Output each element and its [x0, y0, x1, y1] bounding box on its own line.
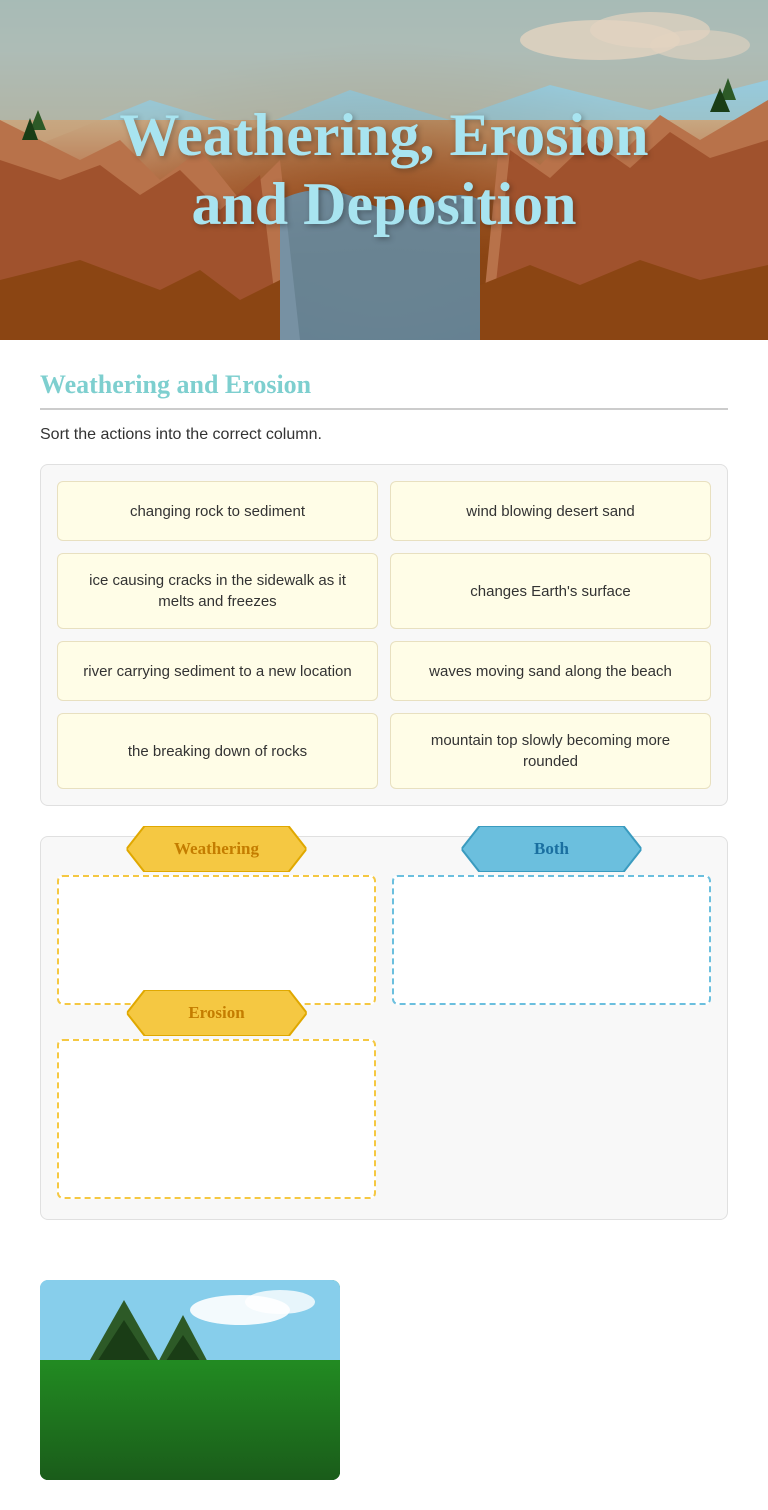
weathering-banner-shape: Weathering — [144, 839, 289, 859]
card-4[interactable]: changes Earth's surface — [390, 553, 711, 629]
card-1[interactable]: changing rock to sediment — [57, 481, 378, 541]
erosion-banner: Erosion — [158, 1003, 274, 1023]
both-label: Both — [504, 839, 599, 859]
both-zone-wrapper: Both — [392, 857, 711, 1005]
empty-space — [392, 1021, 711, 1199]
cards-container: changing rock to sediment wind blowing d… — [40, 464, 728, 806]
sort-instructions: Sort the actions into the correct column… — [40, 426, 728, 444]
dropzones-container: Weathering Both — [40, 836, 728, 1220]
erosion-banner-shape: Erosion — [158, 1003, 274, 1023]
dropzones-row-1: Weathering Both — [57, 857, 711, 1005]
hero-title: Weathering, Erosion and Deposition — [100, 81, 669, 259]
hero-banner: Weathering, Erosion and Deposition — [0, 0, 768, 340]
weathering-label: Weathering — [144, 839, 289, 859]
erosion-dropzone[interactable] — [57, 1039, 376, 1199]
weathering-banner: Weathering — [144, 839, 289, 859]
section-title: Weathering and Erosion — [40, 370, 728, 410]
weathering-dropzone[interactable] — [57, 875, 376, 1005]
erosion-label: Erosion — [158, 1003, 274, 1023]
card-3[interactable]: ice causing cracks in the sidewalk as it… — [57, 553, 378, 629]
erosion-zone-wrapper: Erosion — [57, 1021, 376, 1199]
both-banner-shape: Both — [504, 839, 599, 859]
weathering-zone-wrapper: Weathering — [57, 857, 376, 1005]
both-banner: Both — [504, 839, 599, 859]
card-7[interactable]: the breaking down of rocks — [57, 713, 378, 789]
card-6[interactable]: waves moving sand along the beach — [390, 641, 711, 701]
card-5[interactable]: river carrying sediment to a new locatio… — [57, 641, 378, 701]
dropzones-row-2: Erosion — [57, 1021, 711, 1199]
bottom-image — [40, 1280, 340, 1480]
card-8[interactable]: mountain top slowly becoming more rounde… — [390, 713, 711, 789]
both-dropzone[interactable] — [392, 875, 711, 1005]
bottom-image-section — [0, 1280, 768, 1510]
main-content: Weathering and Erosion Sort the actions … — [0, 340, 768, 1280]
card-2[interactable]: wind blowing desert sand — [390, 481, 711, 541]
bottom-image-svg — [40, 1280, 340, 1480]
